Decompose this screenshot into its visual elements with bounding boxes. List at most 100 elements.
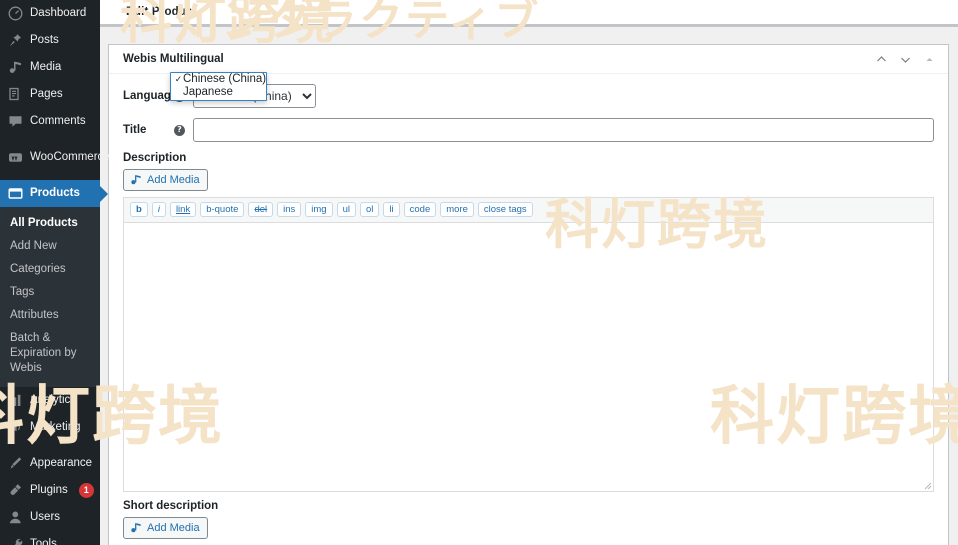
move-up-icon[interactable] — [872, 50, 890, 68]
quicktag-ins[interactable]: ins — [277, 202, 302, 217]
sidebar-item-media[interactable]: Media — [0, 54, 100, 81]
menu-separator — [0, 441, 100, 450]
add-media-button-description[interactable]: Add Media — [123, 169, 208, 191]
description-textarea[interactable] — [124, 223, 933, 491]
sidebar-item-label: Dashboard — [30, 7, 87, 20]
quicktag-img[interactable]: img — [305, 202, 333, 217]
media-icon — [8, 60, 23, 75]
quicktag-b[interactable]: b — [130, 202, 148, 217]
sidebar-item-comments[interactable]: Comments — [0, 108, 100, 135]
dashboard-icon — [8, 6, 23, 21]
title-field-row: Title ? — [123, 118, 934, 142]
add-media-icon — [130, 174, 142, 186]
menu-separator — [0, 135, 100, 144]
add-media-label: Add Media — [147, 522, 200, 534]
submenu-item-add-new[interactable]: Add New — [0, 235, 100, 258]
sidebar-item-label: Products — [30, 187, 80, 200]
dropdown-option-chinese[interactable]: ✓ Chinese (China) — [171, 73, 266, 87]
sidebar-item-label: Users — [30, 510, 61, 523]
short-description-label: Short description — [123, 500, 219, 512]
description-section: Description Add Media b i link b-quote d… — [123, 152, 934, 492]
quicktag-ul[interactable]: ul — [336, 202, 356, 217]
dropdown-option-label: Japanese — [183, 86, 233, 98]
page-topbar: Edit Product — [100, 0, 958, 27]
short-description-section: Short description Add Media — [123, 500, 934, 545]
sidebar-item-label: Pages — [30, 88, 63, 101]
add-media-icon — [130, 522, 142, 534]
add-media-button-short-description[interactable]: Add Media — [123, 517, 208, 539]
sidebar-item-marketing[interactable]: Marketing — [0, 414, 100, 441]
sidebar-item-label: Media — [30, 61, 62, 74]
description-label: Description — [123, 152, 187, 164]
users-icon — [8, 510, 23, 525]
quicktag-link[interactable]: link — [169, 202, 197, 217]
sidebar-item-analytics[interactable]: Analytics — [0, 387, 100, 414]
plugins-update-badge: 1 — [78, 482, 94, 498]
sidebar-item-woocommerce[interactable]: WooCommerce — [0, 144, 110, 171]
submenu-item-attributes[interactable]: Attributes — [0, 304, 100, 327]
sidebar-item-appearance[interactable]: Appearance — [0, 450, 100, 477]
sidebar-item-posts[interactable]: Posts — [0, 27, 100, 54]
language-label: Language — [123, 90, 178, 102]
menu-separator — [0, 171, 100, 180]
quicktag-b-quote[interactable]: b-quote — [200, 202, 245, 217]
page-content: Webis Multilingual Language Chinese (Chi… — [100, 30, 958, 545]
admin-screen: Dashboard Posts Media Pages Comments WooComme… — [0, 0, 958, 545]
language-dropdown-list[interactable]: ✓ Chinese (China) Japanese — [170, 72, 267, 101]
products-icon — [8, 186, 23, 201]
sidebar-item-label: Marketing — [30, 420, 81, 433]
resize-handle-icon[interactable] — [923, 481, 932, 490]
sidebar-item-dashboard[interactable]: Dashboard — [0, 0, 100, 27]
toggle-panel-icon[interactable] — [920, 50, 938, 68]
dropdown-option-label: Chinese (China) — [183, 72, 267, 85]
sidebar-item-label: Plugins — [30, 483, 68, 496]
check-icon: ✓ — [174, 73, 183, 84]
sidebar-item-label: Posts — [30, 34, 59, 47]
help-icon[interactable]: ? — [174, 124, 185, 136]
pages-icon — [8, 87, 23, 102]
sidebar-item-products[interactable]: Products — [0, 180, 108, 207]
page-title: Edit Product — [126, 6, 197, 18]
title-input[interactable] — [193, 118, 934, 142]
quicktag-close-tags[interactable]: close tags — [477, 202, 533, 217]
move-down-icon[interactable] — [896, 50, 914, 68]
admin-sidebar: Dashboard Posts Media Pages Comments WooComme… — [0, 0, 110, 545]
sidebar-item-pages[interactable]: Pages — [0, 81, 100, 108]
quicktag-i[interactable]: i — [151, 202, 166, 217]
submenu-item-all-products[interactable]: All Products — [0, 212, 100, 235]
dropdown-option-japanese[interactable]: Japanese — [171, 86, 266, 101]
panel-actions — [872, 50, 938, 68]
description-quicktags-toolbar: b i link b-quote del ins img ul ol li code more clos… — [124, 198, 933, 223]
sidebar-item-tools[interactable]: Tools — [0, 531, 100, 545]
sidebar-menu: Dashboard Posts Media Pages Comments WooComme… — [0, 0, 110, 545]
tools-icon — [8, 537, 23, 545]
sidebar-item-label: Analytics — [30, 393, 77, 406]
sidebar-item-label: Appearance — [30, 456, 93, 469]
sidebar-item-plugins[interactable]: Plugins 1 — [0, 477, 100, 504]
pin-icon — [8, 33, 23, 48]
add-media-label: Add Media — [147, 174, 200, 186]
sidebar-item-users[interactable]: Users — [0, 504, 100, 531]
megaphone-icon — [8, 420, 23, 435]
panel-body: Language ? Chinese (China) ✓ Chinese (Ch… — [109, 72, 948, 545]
submenu-item-categories[interactable]: Categories — [0, 258, 100, 281]
brush-icon — [8, 456, 23, 471]
description-editor: b i link b-quote del ins img ul ol li code more clos… — [123, 197, 934, 492]
quicktag-del[interactable]: del — [248, 202, 274, 217]
quicktag-li[interactable]: li — [383, 202, 400, 217]
quicktag-more[interactable]: more — [440, 202, 474, 217]
sidebar-item-label: Tools — [30, 537, 57, 545]
products-submenu: All Products Add New Categories Tags Attribu… — [0, 207, 100, 387]
woocommerce-icon — [8, 150, 23, 165]
sidebar-item-label: Comments — [30, 115, 86, 128]
panel-header: Webis Multilingual — [109, 45, 948, 74]
quicktag-ol[interactable]: ol — [360, 202, 380, 217]
main-region: Edit Product Webis Multilingual Language… — [100, 0, 958, 545]
submenu-item-tags[interactable]: Tags — [0, 281, 100, 304]
submenu-item-batch-expiration-by-webis[interactable]: Batch & Expiration by Webis — [0, 327, 100, 380]
quicktag-code[interactable]: code — [403, 202, 437, 217]
webis-multilingual-panel: Webis Multilingual Language Chinese (Chi… — [108, 44, 949, 545]
comments-icon — [8, 114, 23, 129]
plugins-icon — [8, 483, 23, 498]
analytics-icon — [8, 393, 23, 408]
